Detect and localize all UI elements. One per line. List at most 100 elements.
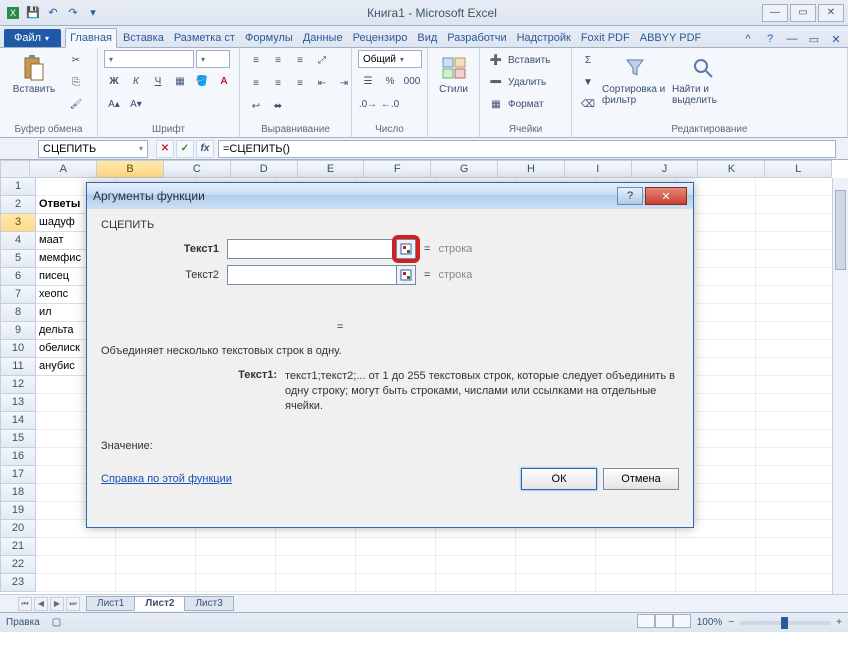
- select-all-corner[interactable]: [0, 160, 30, 178]
- paste-button[interactable]: Вставить: [6, 50, 62, 95]
- align-right-icon[interactable]: ≡: [290, 73, 310, 93]
- arg2-input[interactable]: [227, 265, 397, 285]
- row-22[interactable]: 22: [0, 556, 36, 574]
- sheet-nav-next-icon[interactable]: ▶: [50, 597, 64, 611]
- autosum-icon[interactable]: Σ: [578, 50, 598, 70]
- font-color-icon[interactable]: A: [214, 71, 234, 91]
- currency-icon[interactable]: ☰: [358, 71, 378, 91]
- col-k[interactable]: K: [698, 160, 765, 178]
- number-format-combo[interactable]: Общий: [358, 50, 422, 68]
- undo-icon[interactable]: ↶: [44, 4, 62, 22]
- align-middle-icon[interactable]: ≡: [268, 50, 288, 70]
- row-7[interactable]: 7: [0, 286, 36, 304]
- ok-button[interactable]: ОК: [521, 468, 597, 490]
- border-icon[interactable]: ▦: [170, 71, 190, 91]
- row-3[interactable]: 3: [0, 214, 36, 232]
- align-left-icon[interactable]: ≡: [246, 73, 266, 93]
- view-normal-icon[interactable]: [637, 614, 655, 628]
- tab-review[interactable]: Рецензиро: [349, 29, 412, 47]
- font-size-combo[interactable]: [196, 50, 230, 68]
- tab-abbyy[interactable]: ABBYY PDF: [636, 29, 706, 47]
- bold-icon[interactable]: Ж: [104, 71, 124, 91]
- copy-icon[interactable]: ⎘: [66, 72, 86, 92]
- align-bottom-icon[interactable]: ≡: [290, 50, 310, 70]
- zoom-slider[interactable]: [740, 621, 830, 625]
- sheet-tab-1[interactable]: Лист1: [86, 596, 135, 611]
- find-select-button[interactable]: Найти и выделить: [672, 50, 734, 106]
- cut-icon[interactable]: ✂: [66, 50, 86, 70]
- row-14[interactable]: 14: [0, 412, 36, 430]
- sheet-nav-prev-icon[interactable]: ◀: [34, 597, 48, 611]
- maximize-button[interactable]: ▭: [790, 4, 816, 22]
- name-box[interactable]: СЦЕПИТЬ: [38, 140, 148, 158]
- tab-layout[interactable]: Разметка ст: [170, 29, 239, 47]
- dialog-help-button[interactable]: ?: [617, 187, 643, 205]
- col-i[interactable]: I: [565, 160, 632, 178]
- align-top-icon[interactable]: ≡: [246, 50, 266, 70]
- col-l[interactable]: L: [765, 160, 832, 178]
- ribbon-minimize-icon[interactable]: ^: [740, 31, 756, 47]
- cancel-button[interactable]: Отмена: [603, 468, 679, 490]
- scrollbar-thumb[interactable]: [835, 190, 846, 270]
- row-19[interactable]: 19: [0, 502, 36, 520]
- row-13[interactable]: 13: [0, 394, 36, 412]
- row-17[interactable]: 17: [0, 466, 36, 484]
- formula-input[interactable]: =СЦЕПИТЬ(): [218, 140, 836, 158]
- view-layout-icon[interactable]: [655, 614, 673, 628]
- tab-view[interactable]: Вид: [413, 29, 441, 47]
- styles-button[interactable]: Стили: [434, 50, 473, 95]
- row-2[interactable]: 2: [0, 196, 36, 214]
- tab-formulas[interactable]: Формулы: [241, 29, 297, 47]
- inc-decimal-icon[interactable]: .0→: [358, 94, 378, 114]
- wrap-icon[interactable]: ↩: [246, 96, 266, 116]
- row-9[interactable]: 9: [0, 322, 36, 340]
- col-a[interactable]: A: [30, 160, 97, 178]
- row-5[interactable]: 5: [0, 250, 36, 268]
- sheet-nav-last-icon[interactable]: ⏭: [66, 597, 80, 611]
- row-1[interactable]: 1: [0, 178, 36, 196]
- row-20[interactable]: 20: [0, 520, 36, 538]
- dialog-close-button[interactable]: ✕: [645, 187, 687, 205]
- row-18[interactable]: 18: [0, 484, 36, 502]
- fill-icon[interactable]: ▼: [578, 72, 598, 92]
- col-d[interactable]: D: [231, 160, 298, 178]
- tab-insert[interactable]: Вставка: [119, 29, 168, 47]
- qat-dropdown-icon[interactable]: ▾: [84, 4, 102, 22]
- row-15[interactable]: 15: [0, 430, 36, 448]
- row-8[interactable]: 8: [0, 304, 36, 322]
- underline-icon[interactable]: Ч: [148, 71, 168, 91]
- tab-data[interactable]: Данные: [299, 29, 347, 47]
- col-j[interactable]: J: [632, 160, 699, 178]
- col-e[interactable]: E: [298, 160, 365, 178]
- minimize-button[interactable]: —: [762, 4, 788, 22]
- tab-developer[interactable]: Разработчи: [443, 29, 510, 47]
- vertical-scrollbar[interactable]: [832, 178, 848, 594]
- row-4[interactable]: 4: [0, 232, 36, 250]
- orientation-icon[interactable]: ⤢: [312, 50, 332, 70]
- arg2-range-select-button[interactable]: [396, 265, 416, 285]
- zoom-in-icon[interactable]: +: [836, 617, 842, 628]
- italic-icon[interactable]: К: [126, 71, 146, 91]
- delete-cells-icon[interactable]: ➖: [486, 72, 506, 92]
- row-11[interactable]: 11: [0, 358, 36, 376]
- dialog-titlebar[interactable]: Аргументы функции ? ✕: [87, 183, 693, 209]
- formula-accept-icon[interactable]: ✓: [176, 140, 194, 158]
- save-icon[interactable]: 💾: [24, 4, 42, 22]
- format-cells-icon[interactable]: ▦: [486, 94, 506, 114]
- row-16[interactable]: 16: [0, 448, 36, 466]
- sort-filter-button[interactable]: Сортировка и фильтр: [602, 50, 668, 106]
- row-6[interactable]: 6: [0, 268, 36, 286]
- doc-minimize-icon[interactable]: —: [784, 31, 800, 47]
- arg1-range-select-button[interactable]: [396, 239, 416, 259]
- macro-record-icon[interactable]: ▢: [52, 617, 61, 628]
- merge-icon[interactable]: ⬌: [268, 96, 288, 116]
- align-center-icon[interactable]: ≡: [268, 73, 288, 93]
- tab-foxit[interactable]: Foxit PDF: [577, 29, 634, 47]
- font-name-combo[interactable]: [104, 50, 194, 68]
- doc-restore-icon[interactable]: ▭: [806, 31, 822, 47]
- sheet-tab-3[interactable]: Лист3: [184, 596, 233, 611]
- formula-cancel-icon[interactable]: ✕: [156, 140, 174, 158]
- doc-close-icon[interactable]: ✕: [828, 31, 844, 47]
- close-button[interactable]: ✕: [818, 4, 844, 22]
- file-tab[interactable]: Файл: [4, 29, 61, 47]
